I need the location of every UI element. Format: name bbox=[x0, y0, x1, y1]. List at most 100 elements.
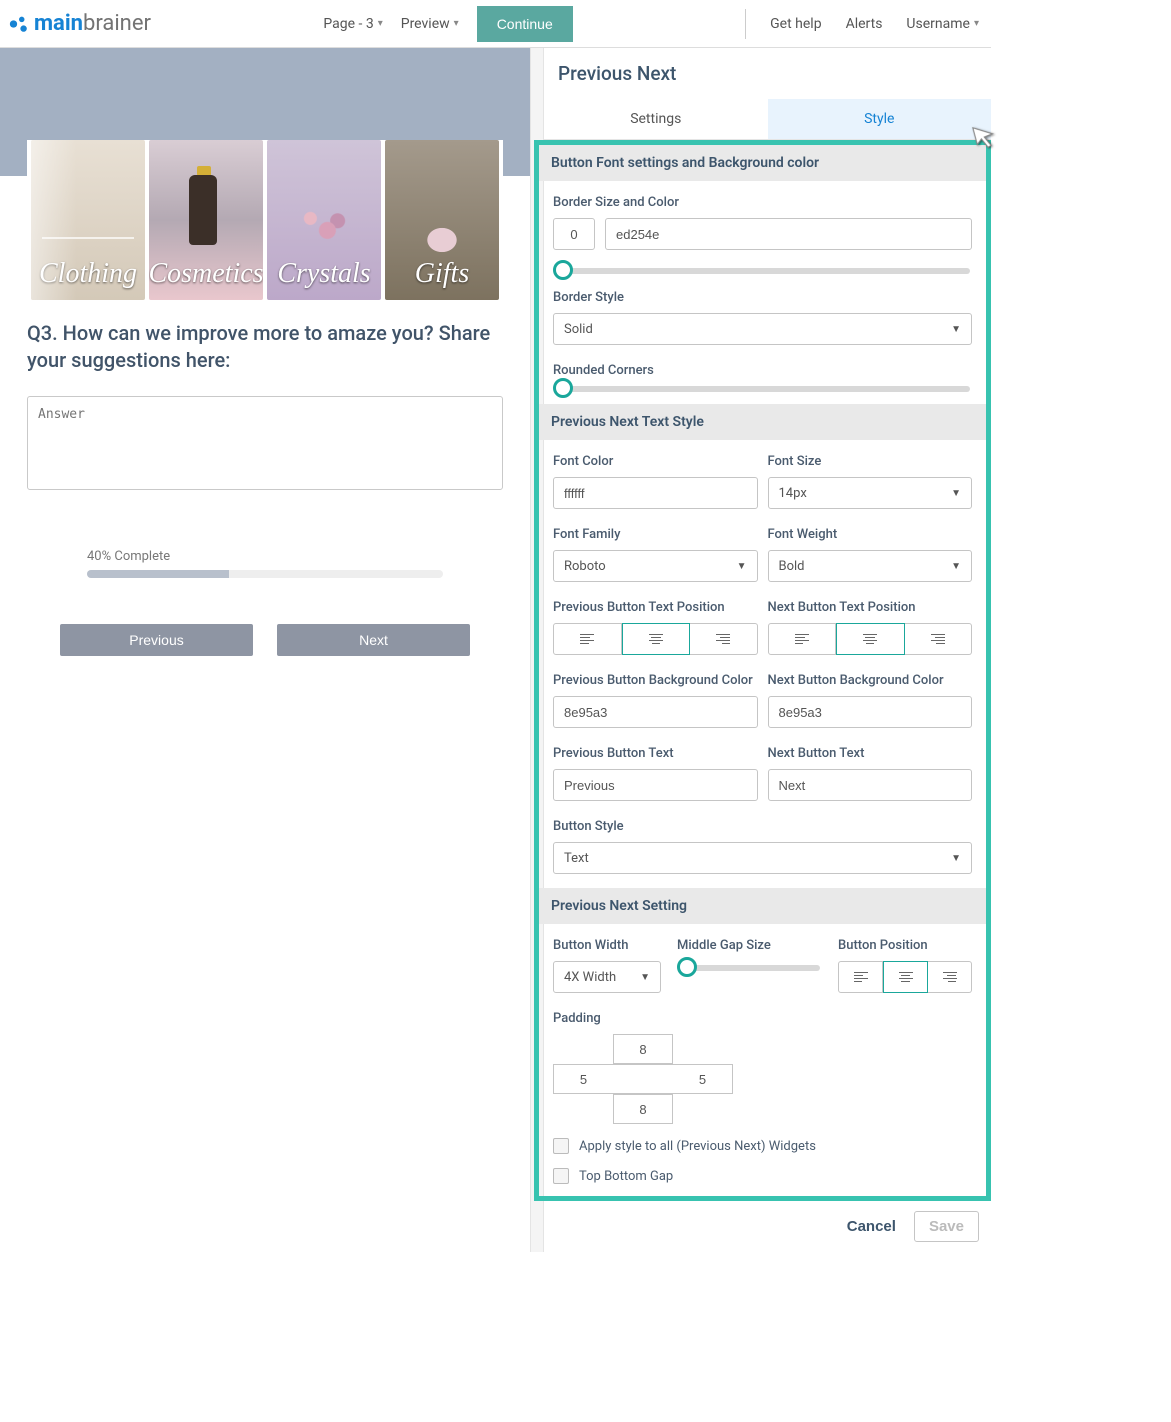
padding-left-input[interactable] bbox=[553, 1064, 613, 1094]
button-style-label: Button Style bbox=[553, 819, 972, 834]
top-bottom-gap-checkbox[interactable] bbox=[553, 1168, 569, 1184]
prev-text-label: Previous Button Text bbox=[553, 746, 758, 761]
username-dropdown[interactable]: Username▾ bbox=[906, 16, 979, 32]
rounded-corners-slider[interactable] bbox=[563, 386, 970, 392]
style-panel: Previous Next Settings Style Button Font… bbox=[544, 48, 991, 1252]
progress-bar bbox=[87, 570, 443, 578]
next-bg-label: Next Button Background Color bbox=[768, 673, 973, 688]
button-pos-group bbox=[838, 961, 972, 993]
chevron-down-icon: ▼ bbox=[951, 488, 961, 499]
padding-control bbox=[553, 1034, 735, 1124]
prev-bg-label: Previous Button Background Color bbox=[553, 673, 758, 688]
align-right-button[interactable] bbox=[928, 961, 972, 993]
font-color-label: Font Color bbox=[553, 454, 758, 469]
chevron-down-icon: ▼ bbox=[951, 853, 961, 864]
font-weight-label: Font Weight bbox=[768, 527, 973, 542]
padding-label: Padding bbox=[553, 1011, 972, 1026]
middle-gap-label: Middle Gap Size bbox=[677, 938, 822, 953]
app-header: mainbrainer Page - 3▾ Preview▾ Continue … bbox=[0, 0, 991, 48]
chevron-down-icon: ▼ bbox=[737, 561, 747, 572]
font-family-select[interactable]: Roboto▼ bbox=[553, 550, 758, 582]
image-card-crystals: Crystals bbox=[267, 140, 381, 300]
image-card-cosmetics: Cosmetics bbox=[149, 140, 263, 300]
font-weight-select[interactable]: Bold▼ bbox=[768, 550, 973, 582]
align-center-button[interactable] bbox=[836, 623, 905, 655]
align-left-button[interactable] bbox=[768, 623, 837, 655]
answer-textarea[interactable] bbox=[27, 396, 503, 490]
get-help-link[interactable]: Get help bbox=[770, 16, 821, 32]
alerts-link[interactable]: Alerts bbox=[846, 16, 883, 32]
prev-text-pos-label: Previous Button Text Position bbox=[553, 600, 758, 615]
button-style-select[interactable]: Text▼ bbox=[553, 842, 972, 874]
slider-handle[interactable] bbox=[553, 260, 573, 280]
prev-text-input[interactable] bbox=[553, 769, 758, 801]
tab-style[interactable]: Style bbox=[768, 99, 992, 139]
font-size-select[interactable]: 14px▼ bbox=[768, 477, 973, 509]
font-size-label: Font Size bbox=[768, 454, 973, 469]
button-width-label: Button Width bbox=[553, 938, 661, 953]
page-dropdown[interactable]: Page - 3▾ bbox=[323, 16, 382, 32]
chevron-down-icon: ▼ bbox=[640, 972, 650, 983]
rounded-corners-label: Rounded Corners bbox=[553, 363, 972, 378]
apply-all-label: Apply style to all (Previous Next) Widge… bbox=[579, 1139, 816, 1154]
survey-canvas: Clothing Cosmetics Crystals Gifts Q3. Ho… bbox=[0, 48, 530, 1252]
slider-handle[interactable] bbox=[677, 957, 697, 977]
border-color-input[interactable] bbox=[605, 218, 972, 250]
next-bg-input[interactable] bbox=[768, 696, 973, 728]
chevron-down-icon: ▼ bbox=[951, 324, 961, 335]
cursor-icon bbox=[968, 120, 1000, 152]
save-button[interactable]: Save bbox=[914, 1211, 979, 1242]
button-width-select[interactable]: 4X Width▼ bbox=[553, 961, 661, 993]
button-pos-label: Button Position bbox=[838, 938, 972, 953]
image-row: Clothing Cosmetics Crystals Gifts bbox=[27, 140, 503, 300]
progress-label: 40% Complete bbox=[87, 549, 443, 564]
section-header-setting: Previous Next Setting bbox=[539, 888, 986, 924]
panel-title: Previous Next bbox=[544, 62, 991, 99]
divider bbox=[745, 9, 746, 39]
top-bottom-gap-label: Top Bottom Gap bbox=[579, 1169, 673, 1184]
prev-text-pos-group bbox=[553, 623, 758, 655]
border-size-input[interactable] bbox=[553, 218, 595, 250]
image-card-gifts: Gifts bbox=[385, 140, 499, 300]
next-text-input[interactable] bbox=[768, 769, 973, 801]
align-left-button[interactable] bbox=[838, 961, 883, 993]
border-style-select[interactable]: Solid▼ bbox=[553, 313, 972, 345]
section-header-font-bg: Button Font settings and Background colo… bbox=[539, 145, 986, 181]
logo-icon bbox=[8, 13, 30, 35]
padding-top-input[interactable] bbox=[613, 1034, 673, 1064]
slider-handle[interactable] bbox=[553, 378, 573, 398]
apply-all-checkbox[interactable] bbox=[553, 1138, 569, 1154]
chevron-down-icon: ▾ bbox=[974, 18, 979, 29]
next-text-pos-label: Next Button Text Position bbox=[768, 600, 973, 615]
previous-nav-button[interactable]: Previous bbox=[60, 624, 253, 656]
font-color-input[interactable] bbox=[553, 477, 758, 509]
preview-dropdown[interactable]: Preview▾ bbox=[401, 16, 459, 32]
chevron-down-icon: ▾ bbox=[454, 18, 459, 29]
section-header-text-style: Previous Next Text Style bbox=[539, 404, 986, 440]
next-nav-button[interactable]: Next bbox=[277, 624, 470, 656]
continue-button[interactable]: Continue bbox=[477, 6, 573, 42]
logo: mainbrainer bbox=[8, 11, 151, 36]
chevron-down-icon: ▼ bbox=[951, 561, 961, 572]
align-center-button[interactable] bbox=[622, 623, 691, 655]
next-text-label: Next Button Text bbox=[768, 746, 973, 761]
next-text-pos-group bbox=[768, 623, 973, 655]
font-family-label: Font Family bbox=[553, 527, 758, 542]
padding-bottom-input[interactable] bbox=[613, 1094, 673, 1124]
prev-bg-input[interactable] bbox=[553, 696, 758, 728]
border-style-label: Border Style bbox=[553, 290, 972, 305]
align-center-button[interactable] bbox=[883, 961, 928, 993]
border-size-slider[interactable] bbox=[563, 268, 970, 274]
padding-right-input[interactable] bbox=[673, 1064, 733, 1094]
middle-gap-slider[interactable] bbox=[687, 965, 820, 971]
align-left-button[interactable] bbox=[553, 623, 622, 655]
logo-text-2: brainer bbox=[83, 11, 151, 36]
image-card-clothing: Clothing bbox=[31, 140, 145, 300]
cancel-button[interactable]: Cancel bbox=[847, 1218, 896, 1235]
align-right-button[interactable] bbox=[690, 623, 758, 655]
question-text: Q3. How can we improve more to amaze you… bbox=[27, 320, 503, 374]
logo-text-1: main bbox=[34, 11, 83, 36]
align-right-button[interactable] bbox=[905, 623, 973, 655]
chevron-down-icon: ▾ bbox=[378, 18, 383, 29]
tab-settings[interactable]: Settings bbox=[544, 99, 768, 139]
